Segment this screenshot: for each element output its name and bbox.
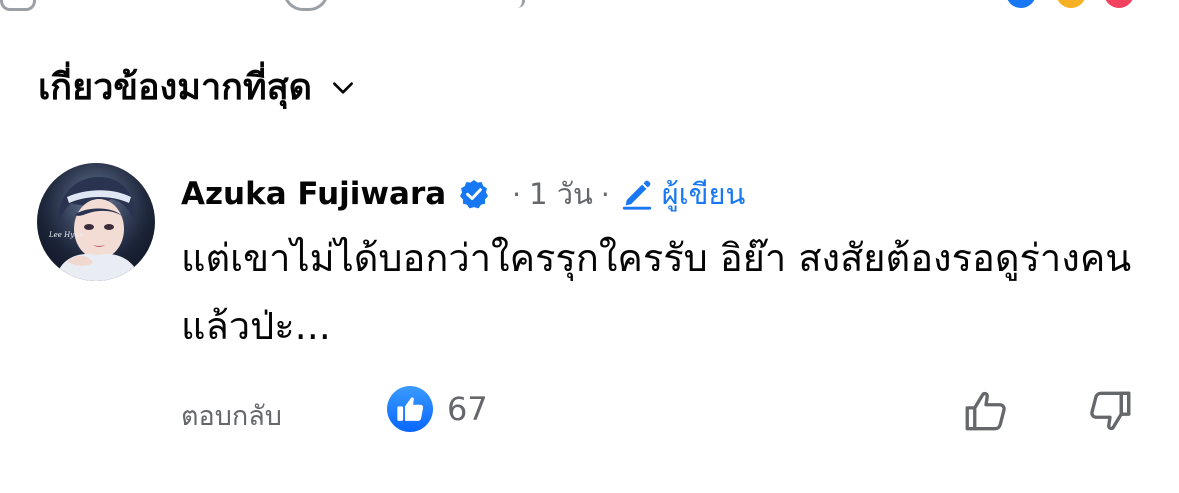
avatar-image: Lee Hyun: [37, 163, 155, 281]
like-count: 67: [447, 390, 488, 428]
love-reaction-icon: [1104, 0, 1134, 8]
reaction-summary[interactable]: 67: [387, 386, 488, 432]
avatar-signature: Lee Hyun: [48, 231, 84, 239]
meta-separator: ·: [600, 177, 610, 211]
verified-badge-icon: [460, 180, 489, 209]
pencil-icon: [622, 180, 651, 210]
sort-selector[interactable]: เกี่ยวข้องมากที่สุด: [38, 64, 356, 112]
avatar[interactable]: Lee Hyun: [37, 163, 155, 281]
timestamp[interactable]: 1 วัน: [529, 171, 593, 217]
like-reaction-icon: [387, 386, 433, 432]
top-toolbar-fragment: [0, 0, 1179, 14]
haha-reaction-icon: [1056, 0, 1086, 8]
reply-button[interactable]: ตอบกลับ: [181, 394, 282, 437]
comment: Azuka Fujiwara · 1 วัน · ผู้เขียน แต่เขา…: [181, 168, 1171, 360]
comment-meta: Azuka Fujiwara · 1 วัน · ผู้เขียน: [181, 168, 1171, 220]
cropped-icon: [0, 0, 36, 11]
meta-separator: ·: [512, 177, 522, 211]
comment-text: แต่เขาไม่ได้บอกว่าใครรุกใครรับ อิย๊า สงส…: [181, 236, 1132, 348]
thumbs-down-icon[interactable]: [1085, 386, 1135, 436]
sort-label: เกี่ยวข้องมากที่สุด: [38, 67, 313, 108]
cropped-icon: [510, 0, 525, 8]
comment-actions: ตอบกลับ 67: [181, 386, 1141, 436]
author-badge-label: ผู้เขียน: [661, 177, 746, 211]
like-reaction-icon: [1006, 0, 1036, 8]
comment-section: เกี่ยวข้องมากที่สุด Lee Hyun Azuka Fujiw…: [0, 0, 1179, 493]
author-badge: ผู้เขียน: [620, 171, 746, 217]
chevron-down-icon: [333, 82, 354, 94]
cropped-icon: [283, 0, 329, 11]
author-name[interactable]: Azuka Fujiwara: [181, 176, 446, 212]
thumbs-up-icon[interactable]: [961, 386, 1011, 436]
